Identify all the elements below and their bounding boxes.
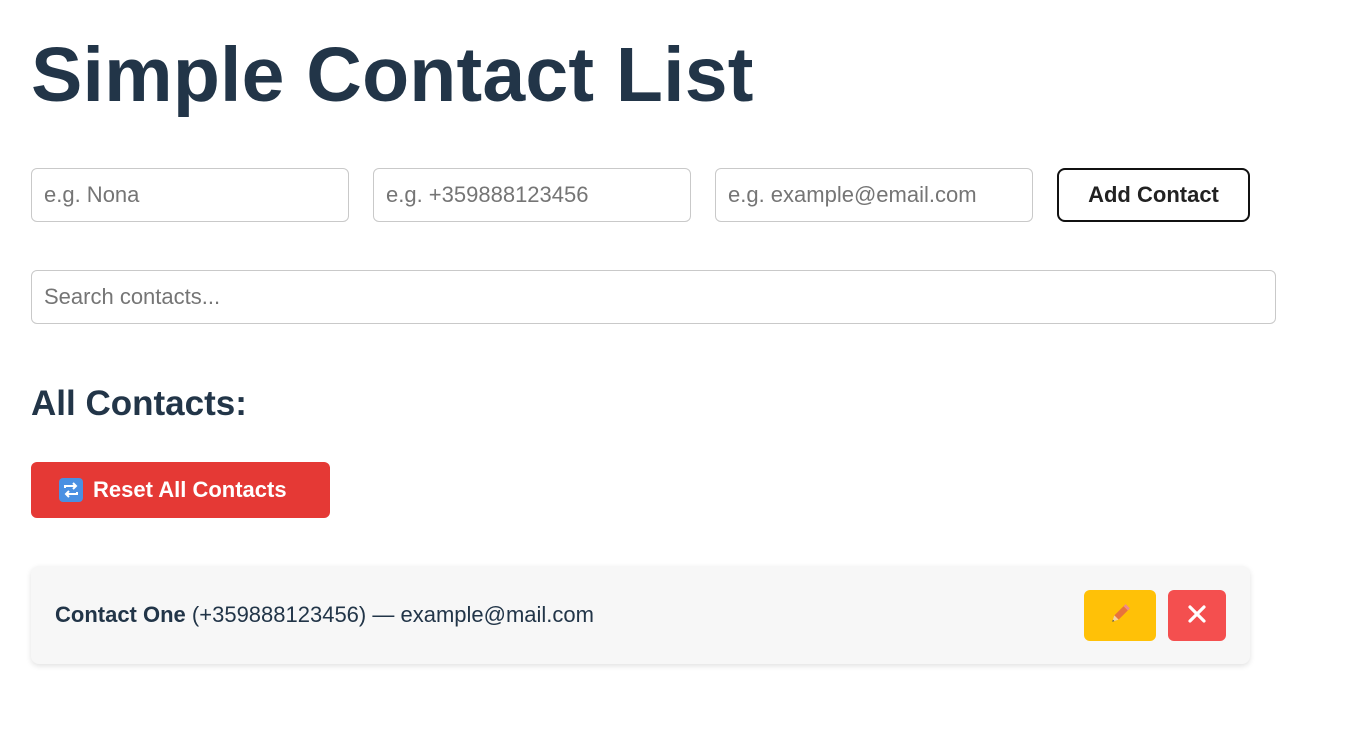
reset-all-contacts-button[interactable]: Reset All Contacts [31, 462, 330, 518]
contact-phone: (+359888123456) [191, 602, 367, 627]
contact-list-page: Simple Contact List Add Contact All Cont… [0, 0, 1365, 748]
repeat-icon [59, 478, 83, 502]
page-title: Simple Contact List [31, 32, 754, 118]
edit-contact-button[interactable] [1084, 590, 1156, 641]
email-input[interactable] [715, 168, 1033, 222]
contact-name: Contact One [55, 602, 186, 627]
contacts-heading: All Contacts: [31, 384, 247, 423]
search-input[interactable] [31, 270, 1276, 324]
contact-list-item: Contact One (+359888123456) — example@ma… [31, 566, 1250, 664]
delete-contact-button[interactable] [1168, 590, 1226, 641]
contact-separator: — [366, 602, 401, 627]
phone-input[interactable] [373, 168, 691, 222]
reset-button-label: Reset All Contacts [93, 477, 287, 502]
pencil-icon [1107, 601, 1133, 630]
contact-email: example@mail.com [400, 602, 594, 627]
name-input[interactable] [31, 168, 349, 222]
contact-details: Contact One (+359888123456) — example@ma… [55, 602, 594, 628]
close-icon [1187, 604, 1207, 627]
add-contact-button[interactable]: Add Contact [1057, 168, 1250, 222]
